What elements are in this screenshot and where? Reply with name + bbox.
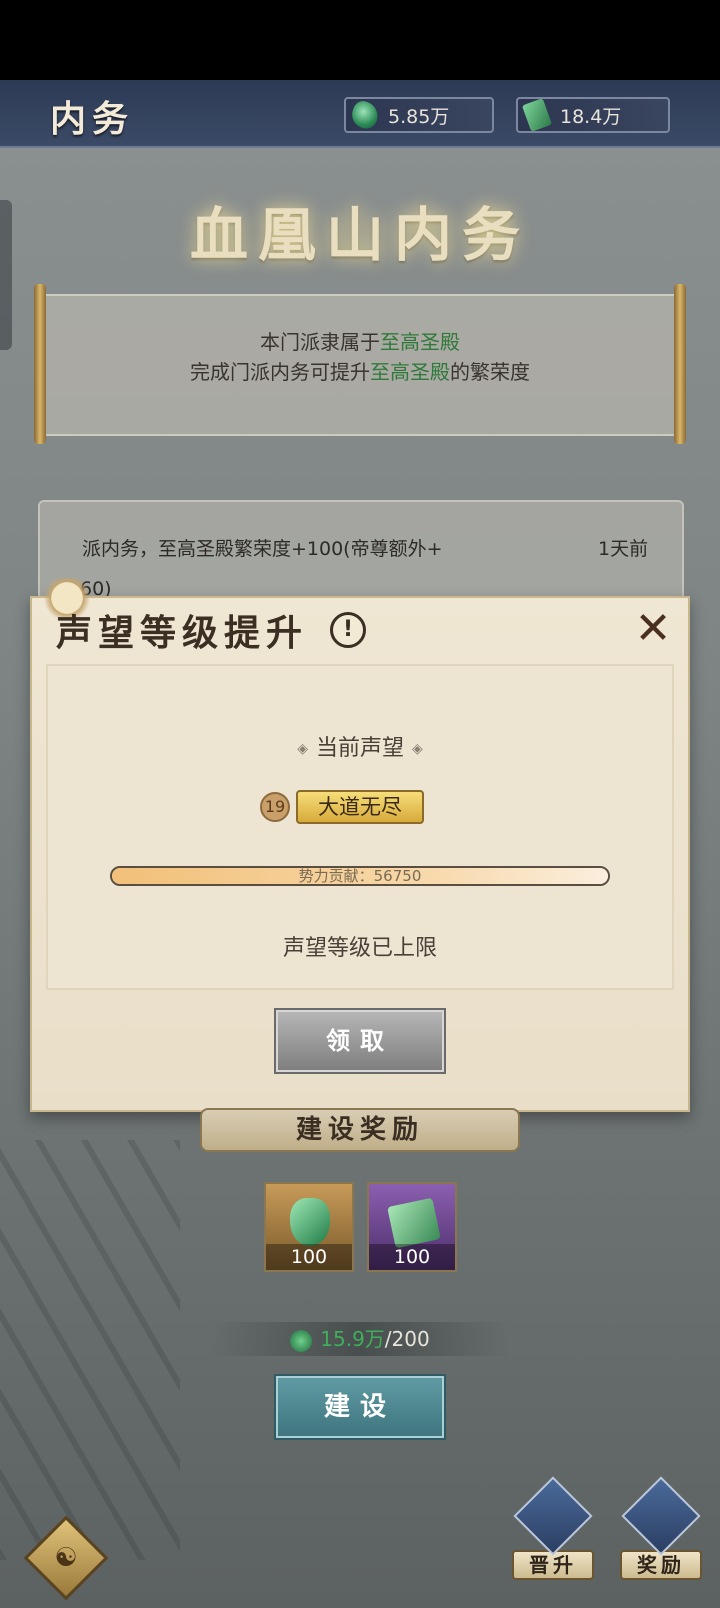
scroll-line-1-prefix: 本门派隶属于 xyxy=(260,330,380,354)
status-bar xyxy=(0,0,720,80)
progress-label: 势力贡献：56750 xyxy=(298,867,422,885)
jade-slip-icon xyxy=(521,98,553,132)
scroll-icon xyxy=(513,1476,593,1556)
diamond-left-icon: ◈ xyxy=(297,741,308,757)
dragon-icon xyxy=(621,1476,701,1556)
banner-title: 血凰山内务 xyxy=(189,201,530,269)
coin-icon xyxy=(290,1329,313,1352)
swirl-icon: ☯ xyxy=(54,1543,78,1573)
currency-gem-value: 5.85万 xyxy=(388,105,450,128)
reward-item-jade[interactable]: 100 xyxy=(367,1182,457,1272)
scroll-line-1: 本门派隶属于至高圣殿 xyxy=(0,326,720,355)
level-badge: 19 xyxy=(260,792,290,822)
build-reward-title: 建设奖励 xyxy=(200,1108,520,1152)
scroll-line-2-prefix: 完成门派内务可提升 xyxy=(190,360,370,384)
log-entry-time: 1天前 xyxy=(598,538,649,560)
log-entry-text: 派内务，至高圣殿繁荣度+100(帝尊额外+ xyxy=(82,538,443,560)
claim-button[interactable]: 领取 xyxy=(276,1010,444,1072)
info-icon[interactable]: ! xyxy=(330,612,366,648)
diamond-right-icon: ◈ xyxy=(412,741,423,757)
green-gem-icon xyxy=(348,98,382,132)
scroll-line-2: 完成门派内务可提升至高圣殿的繁荣度 xyxy=(0,356,720,385)
current-reputation-label: ◈ 当前声望 ◈ xyxy=(0,730,720,762)
close-icon[interactable]: ✕ xyxy=(630,606,676,652)
currency-jade[interactable]: 18.4万 xyxy=(516,97,670,133)
scroll-line-2-highlight: 至高圣殿 xyxy=(370,360,450,384)
modal-title: 声望等级提升 xyxy=(56,612,309,654)
build-cost: 15.9万/200 xyxy=(210,1322,510,1356)
section-label-text: 当前声望 xyxy=(315,736,404,761)
currency-jade-value: 18.4万 xyxy=(560,105,622,128)
reward-item-gem[interactable]: 100 xyxy=(264,1182,354,1272)
build-button[interactable]: 建设 xyxy=(276,1376,444,1438)
reward-qty: 100 xyxy=(266,1244,352,1270)
page-title: 内务 xyxy=(50,98,135,140)
scroll-line-1-highlight: 至高圣殿 xyxy=(380,330,460,354)
limit-reached-text: 声望等级已上限 xyxy=(282,936,437,961)
reward-button[interactable]: 奖励 xyxy=(620,1476,702,1580)
rank-plate: 大道无尽 xyxy=(296,790,424,824)
promote-button[interactable]: 晋升 xyxy=(512,1476,594,1580)
green-gem-icon xyxy=(290,1198,330,1246)
cost-need: /200 xyxy=(384,1327,430,1351)
bamboo-decoration xyxy=(0,1140,180,1560)
currency-gem[interactable]: 5.85万 xyxy=(344,97,494,133)
jade-slip-icon xyxy=(387,1197,441,1249)
cost-have: 15.9万 xyxy=(320,1327,385,1351)
reward-qty: 100 xyxy=(369,1244,455,1270)
scroll-line-2-suffix: 的繁荣度 xyxy=(450,360,530,384)
